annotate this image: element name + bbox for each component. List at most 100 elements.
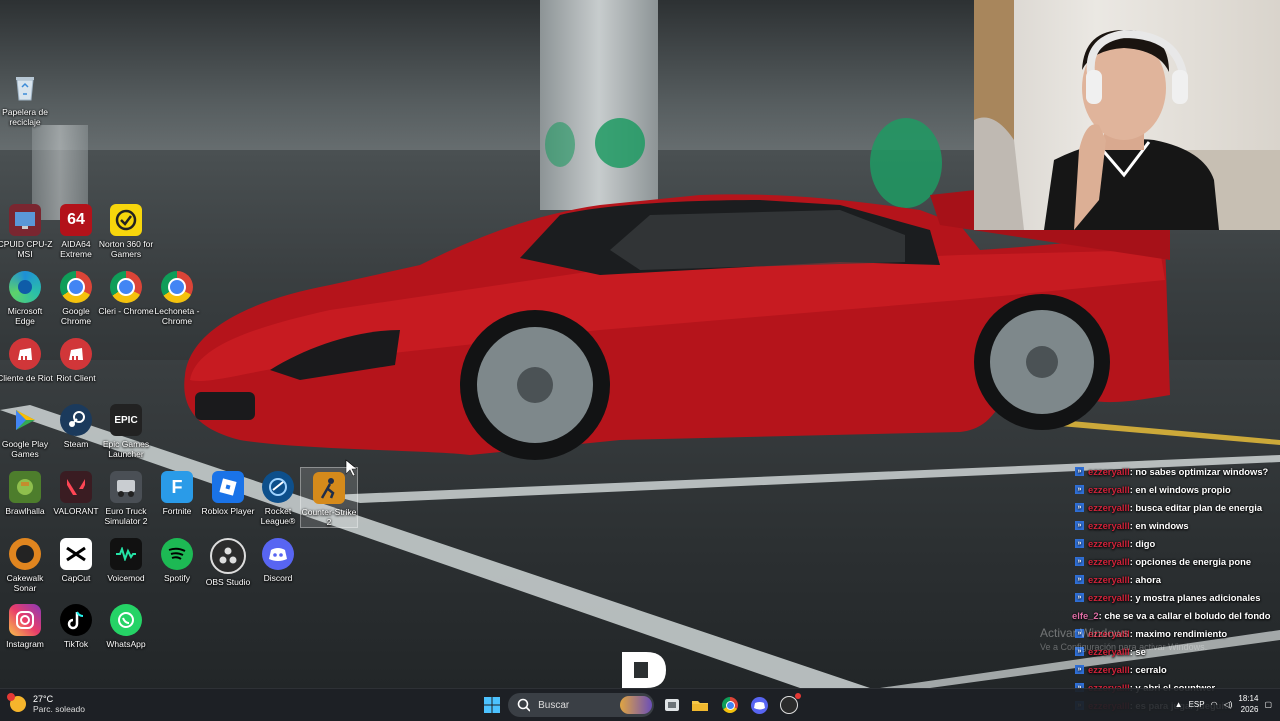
chat-message: » ezzeryalll: digo [1072, 534, 1280, 552]
chat-badge-icon: » [1075, 466, 1084, 476]
volume-icon[interactable]: ◁) [1224, 700, 1233, 709]
edge-icon [9, 271, 41, 303]
desktop-icon-chrome-cleri[interactable]: Cleri - Chrome [98, 267, 154, 316]
desktop-icon-chrome[interactable]: Google Chrome [48, 267, 104, 326]
desktop-icon-capcut[interactable]: CapCut [48, 534, 104, 583]
play-games-icon [9, 404, 41, 436]
search-highlight-image [620, 696, 652, 714]
taskbar-task-view[interactable] [662, 695, 682, 715]
desktop-icon-rocket-league[interactable]: Rocket League® [250, 467, 306, 526]
taskbar-file-explorer[interactable] [690, 695, 710, 715]
desktop-icon-brawlhalla[interactable]: Brawlhalla [0, 467, 53, 516]
chat-text: : maximo rendimiento [1129, 627, 1228, 639]
desktop-icon-valorant[interactable]: VALORANT [48, 467, 104, 516]
desktop-icon-cpuz[interactable]: CPUID CPU-Z MSI [0, 200, 53, 259]
desktop-icon-norton[interactable]: Norton 360 for Gamers [98, 200, 154, 259]
stream-chat: » ezzeryalll: no sabes optimizar windows?… [1072, 462, 1280, 720]
desktop-icon-whatsapp[interactable]: WhatsApp [98, 600, 154, 649]
chrome-icon [60, 271, 92, 303]
desktop-icon-obs[interactable]: OBS Studio [200, 534, 256, 587]
chat-text: : busca editar plan de energia [1129, 501, 1263, 513]
chat-username: ezzeryalll [1088, 591, 1130, 603]
desktop-icon-edge[interactable]: Microsoft Edge [0, 267, 53, 326]
taskbar-chrome[interactable] [720, 695, 740, 715]
fortnite-icon: F [161, 471, 193, 503]
desktop-icon-instagram[interactable]: Instagram [0, 600, 53, 649]
chevron-up-icon[interactable]: ▲ [1175, 700, 1183, 709]
chat-badge-icon: » [1075, 574, 1084, 584]
taskbar-search[interactable] [508, 693, 654, 717]
rocket-league-icon [262, 471, 294, 503]
notifications-icon[interactable]: ▢ [1264, 700, 1272, 709]
obs-icon [210, 538, 246, 574]
chat-username: ezzeryalll [1088, 483, 1130, 495]
aida64-icon: 64 [60, 204, 92, 236]
discord-icon [262, 538, 294, 570]
desktop-icon-riot-client[interactable]: Riot Client [48, 334, 104, 383]
start-button[interactable] [482, 695, 502, 715]
desktop-icon-chrome-lechoneta[interactable]: Lechoneta - Chrome [149, 267, 205, 326]
chat-text: : no sabes optimizar windows? [1129, 465, 1269, 477]
desktop-icon-discord[interactable]: Discord [250, 534, 306, 583]
riot-icon [9, 338, 41, 370]
stream-logo [620, 650, 668, 688]
instagram-icon [9, 604, 41, 636]
chrome-icon [161, 271, 193, 303]
taskbar-obs[interactable] [779, 693, 801, 715]
brawlhalla-icon [9, 471, 41, 503]
windows-icon [484, 697, 500, 713]
desktop-icon-counter-strike[interactable]: Counter-Strike 2 [300, 467, 358, 528]
taskbar-discord[interactable] [749, 695, 769, 715]
keyboard-language[interactable]: ESP [1189, 700, 1205, 709]
desktop-icon-voicemod[interactable]: Voicemod [98, 534, 154, 583]
chat-username: ezzeryalll [1088, 519, 1130, 531]
chat-message: elfe_2: che se va a callar el boludo del… [1072, 606, 1280, 624]
tiktok-icon [60, 604, 92, 636]
chat-message: » ezzeryalll: busca editar plan de energi… [1072, 498, 1280, 516]
desktop-icon-epic-games[interactable]: EPIC Epic Games Launcher [98, 400, 154, 459]
system-tray: ▲ ESP ◠ ◁) 18:14 2026 ▢ [1175, 693, 1272, 715]
norton-icon [110, 204, 142, 236]
chat-badge-icon: » [1075, 664, 1084, 674]
weather-widget[interactable]: 27°C Parc. soleado [7, 693, 85, 714]
webcam-person [974, 0, 1280, 230]
roblox-icon [212, 471, 244, 503]
chat-text: : en windows [1129, 519, 1189, 531]
desktop-icon-steam[interactable]: Steam [48, 400, 104, 449]
desktop-icon-roblox[interactable]: Roblox Player [200, 467, 256, 516]
chat-text: : cerralo [1129, 663, 1167, 675]
webcam-overlay [974, 0, 1280, 230]
chat-username: ezzeryalll [1088, 573, 1130, 585]
clock-time: 18:14 [1238, 694, 1259, 703]
desktop-icon-spotify[interactable]: Spotify [149, 534, 205, 583]
wifi-icon[interactable]: ◠ [1211, 700, 1218, 709]
search-input[interactable] [536, 698, 621, 712]
desktop-icon-aida64[interactable]: 64 AIDA64 Extreme [48, 200, 104, 259]
voicemod-icon [110, 538, 142, 570]
chat-username: ezzeryalll [1088, 501, 1130, 513]
chat-username: ezzeryalll [1088, 465, 1130, 477]
clock[interactable]: 18:14 2026 [1238, 693, 1258, 715]
desktop-icon-tiktok[interactable]: TikTok [48, 600, 104, 649]
chat-messages: » ezzeryalll: no sabes optimizar windows?… [1072, 462, 1280, 714]
valorant-icon [60, 471, 92, 503]
capcut-icon [60, 538, 92, 570]
desktop-icon-fortnite[interactable]: F Fortnite [149, 467, 205, 516]
chat-text: : y mostra planes adicionales [1129, 591, 1261, 603]
discord-icon [750, 696, 768, 714]
whatsapp-icon [110, 604, 142, 636]
spotify-icon [161, 538, 193, 570]
desktop-icon-cakewalk[interactable]: Cakewalk Sonar [0, 534, 53, 593]
riot-icon [60, 338, 92, 370]
desktop-icon-riot-cliente[interactable]: Cliente de Riot [0, 334, 53, 383]
desktop-icon-recycle-bin[interactable]: Papelera de reciclaje [0, 68, 53, 127]
desktop-icon-euro-truck[interactable]: Euro Truck Simulator 2 [98, 467, 154, 526]
chat-text: : digo [1129, 537, 1156, 549]
chat-username: ezzeryalll [1088, 537, 1130, 549]
weather-sun-icon [7, 693, 26, 712]
recycle-bin-icon [9, 72, 41, 104]
chat-username: ezzeryalll [1088, 555, 1130, 567]
chat-username: ezzeryalll [1088, 663, 1130, 675]
chat-message: » ezzeryalll: cerralo [1072, 660, 1280, 678]
desktop-icon-google-play-games[interactable]: Google Play Games [0, 400, 53, 459]
